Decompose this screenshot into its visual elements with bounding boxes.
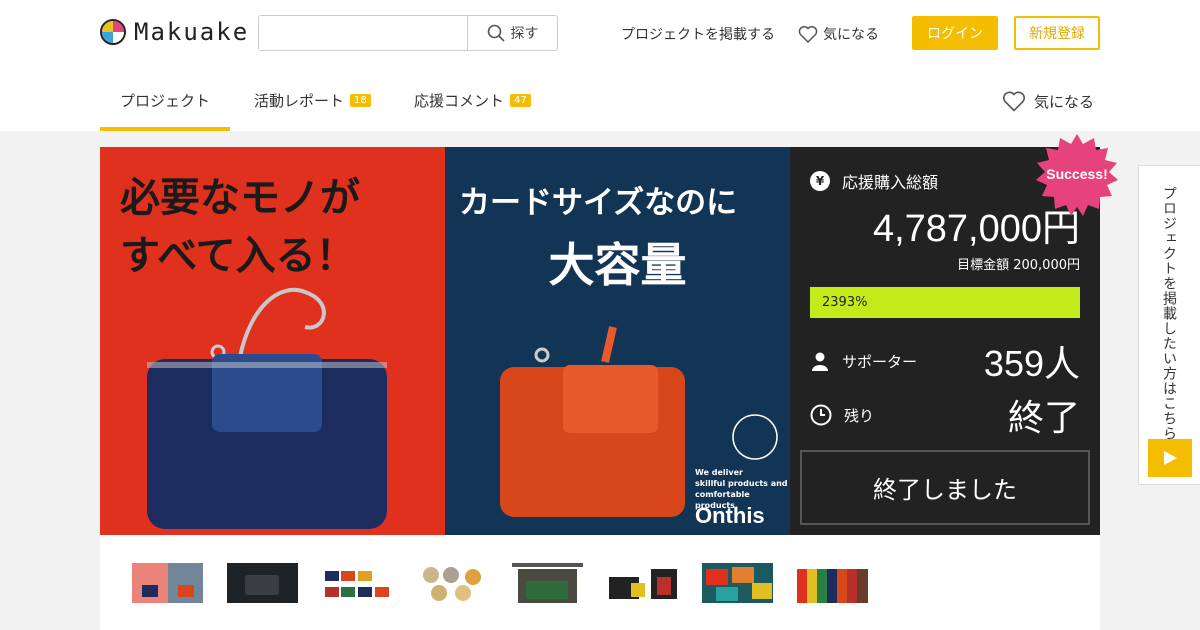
side-cta-text: プロジェクトを掲載したい方はこちら [1161,186,1177,441]
person-icon [812,352,828,371]
thumbnail[interactable] [702,563,773,603]
tab-comment-label: 応援コメント [414,92,505,110]
clock-icon [810,404,832,426]
goal-amount: 目標金額 200,000円 [957,258,1080,273]
thumbnail-strip [100,535,1100,630]
report-count-badge: 18 [350,94,371,107]
signup-button[interactable]: 新規登録 [1014,16,1100,50]
thumbnail[interactable] [797,563,868,603]
tab-project-label: プロジェクト [120,92,211,110]
supporters-label: サポーター [842,352,918,371]
tab-project[interactable]: プロジェクト [120,90,210,111]
project-tabs: プロジェクト 活動レポート 18 応援コメント 47 気になる [0,65,1200,131]
login-button[interactable]: ログイン [912,16,998,50]
thumbnail[interactable] [227,563,298,603]
play-button[interactable] [1148,439,1192,477]
thumbnail[interactable] [512,563,583,603]
search-icon [487,24,505,42]
favorite-label: 気になる [1033,92,1094,111]
heart-icon [1002,91,1025,112]
tab-report-label: 活動レポート [254,92,345,110]
favorite-button[interactable]: 気になる [1002,90,1094,112]
tab-comment[interactable]: 応援コメント 47 [414,90,531,111]
favorites-label: 気になる [823,27,879,43]
thumbnail-image [797,563,868,603]
thumbnail[interactable] [132,563,203,603]
copy-line-2: skillful products and [695,479,788,488]
hero-panel-right: カードサイズなのに 大容量 We deliver skillful produc… [445,147,790,535]
favorites-link[interactable]: 気になる [798,24,879,44]
search-input[interactable] [259,16,467,50]
success-badge-text: Success! [1046,166,1108,182]
yen-icon: ¥ [810,171,830,191]
remaining-value: 終了 [1007,397,1080,438]
site-header: Makuake 探す プロジェクトを掲載する 気になる ログイン 新規登録 [0,0,1200,65]
search-button[interactable]: 探す [467,16,557,50]
supporters-row: サポーター 359人 [810,335,1080,387]
search-button-label: 探す [510,26,539,42]
logo-mark-icon [100,19,126,45]
active-tab-indicator [100,127,230,131]
comment-count-badge: 47 [510,94,531,107]
progress-percent: 2393% [822,295,868,310]
thumbnail-image [132,563,203,603]
hero-panel-left: 必要なモノが すべて入る！ [100,147,445,535]
thumbnail-image [512,563,583,603]
supporters-value: 359人 [983,343,1080,384]
thumbnail-image [322,563,393,603]
heart-icon [798,26,818,43]
thumbnail[interactable] [322,563,393,603]
thumbnail-image [227,563,298,603]
tab-report[interactable]: 活動レポート 18 [254,90,371,111]
navy-wallet-image [147,287,387,529]
thumbnail-image [702,563,773,603]
thumbnail-image [417,563,488,603]
play-icon [1164,451,1177,465]
brand-name: Onthis [695,503,765,528]
side-post-project-cta[interactable]: プロジェクトを掲載したい方はこちら [1138,165,1200,485]
post-project-link[interactable]: プロジェクトを掲載する [621,24,775,44]
remaining-row: 残り 終了 [810,389,1080,441]
progress-bar: 2393% [810,287,1080,318]
total-label: 応援購入総額 [842,173,939,192]
logo-text: Makuake [134,18,250,46]
total-label-row: ¥ 応援購入総額 [810,169,938,193]
thumbnail-image [607,563,678,603]
copy-line-1: We deliver [695,468,743,477]
ended-button[interactable]: 終了しました [800,450,1090,525]
thumbnail[interactable] [417,563,488,603]
makuake-logo[interactable]: Makuake [100,18,249,46]
search-box: 探す [258,15,558,51]
thumbnail[interactable] [607,563,678,603]
remaining-label: 残り [844,406,875,425]
project-main-image[interactable]: 必要なモノが すべて入る！ カードサイズなのに 大容量 We deliver s… [100,147,790,535]
